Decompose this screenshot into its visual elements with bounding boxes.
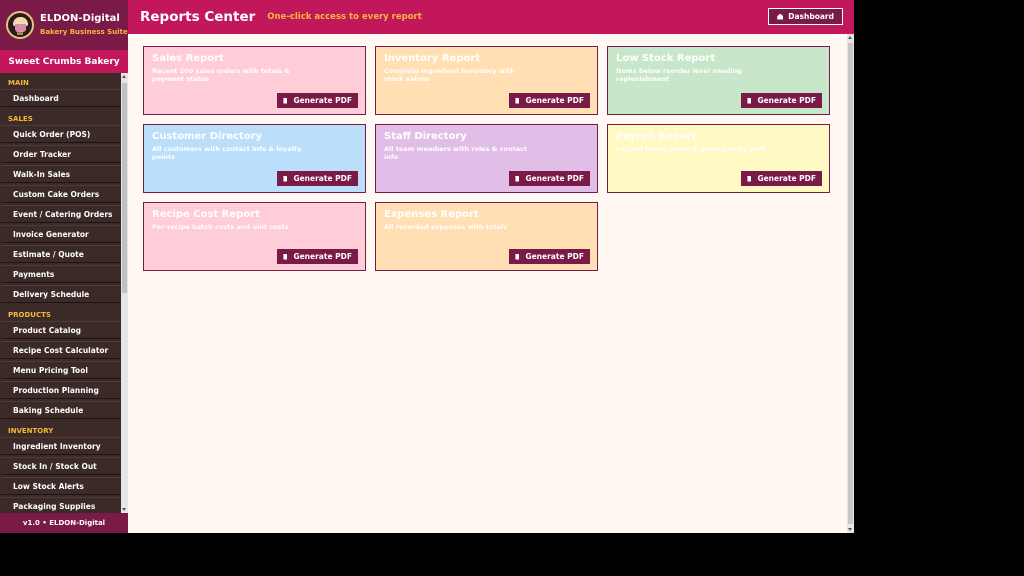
report-card-description: Per-recipe batch costs and unit costs	[152, 223, 289, 231]
report-card-expenses-report: Expenses Report All recorded expenses wi…	[375, 202, 598, 271]
generate-pdf-label: Generate PDF	[757, 174, 816, 183]
sidebar-item-walk-in-sales[interactable]: Walk-In Sales	[1, 165, 121, 183]
scroll-thumb[interactable]	[848, 43, 853, 524]
pdf-icon	[515, 175, 520, 182]
pdf-icon	[283, 97, 288, 104]
report-card-low-stock-report: Low Stock Report Items below reorder lev…	[607, 46, 830, 115]
main-area: Reports Center One-click access to every…	[128, 0, 854, 533]
report-card-title: Sales Report	[152, 53, 224, 64]
sidebar-item-estimate-quote[interactable]: Estimate / Quote	[1, 245, 121, 263]
pdf-icon	[515, 97, 520, 104]
reports-grid: Sales Report Recent 200 sales orders wit…	[143, 46, 830, 271]
generate-pdf-label: Generate PDF	[293, 252, 352, 261]
generate-pdf-button[interactable]: Generate PDF	[509, 249, 590, 264]
sidebar-item-low-stock-alerts[interactable]: Low Stock Alerts	[1, 477, 121, 495]
report-card-title: Payroll Report	[616, 131, 697, 142]
report-card-description: Logged hours, rates & gross pay by staff	[616, 145, 766, 153]
generate-pdf-label: Generate PDF	[757, 96, 816, 105]
sidebar-nav: MAIN Dashboard SALES Quick Order (POS) Order…	[0, 73, 128, 513]
sidebar-item-order-tracker[interactable]: Order Tracker	[1, 145, 121, 163]
generate-pdf-button[interactable]: Generate PDF	[741, 171, 822, 186]
pdf-icon	[283, 175, 288, 182]
report-card-sales-report: Sales Report Recent 200 sales orders wit…	[143, 46, 366, 115]
pdf-icon	[747, 175, 752, 182]
dashboard-button-label: Dashboard	[788, 12, 834, 21]
generate-pdf-label: Generate PDF	[525, 252, 584, 261]
sidebar-item-recipe-cost-calculator[interactable]: Recipe Cost Calculator	[1, 341, 121, 359]
scroll-thumb[interactable]	[122, 83, 127, 293]
sidebar-item-dashboard[interactable]: Dashboard	[1, 89, 121, 107]
report-card-description: Complete ingredient inventory with stock…	[384, 67, 515, 83]
nav-section-label: SALES	[8, 115, 33, 123]
page-title: Reports Center	[140, 9, 256, 25]
logo-text: BB	[16, 31, 24, 36]
report-card-description: All team members with roles & contact in…	[384, 145, 528, 161]
nav-section-label: PRODUCTS	[8, 311, 51, 319]
business-name: Sweet Crumbs Bakery	[0, 50, 128, 73]
sidebar-item-baking-schedule[interactable]: Baking Schedule	[1, 401, 121, 419]
report-card-description: Items below reorder level needing replen…	[616, 67, 743, 83]
generate-pdf-button[interactable]: Generate PDF	[277, 93, 358, 108]
scroll-up-icon[interactable]	[848, 36, 852, 39]
sidebar-item-product-catalog[interactable]: Product Catalog	[1, 321, 121, 339]
pdf-icon	[515, 253, 520, 260]
report-card-staff-directory: Staff Directory All team members with ro…	[375, 124, 598, 193]
sidebar-item-custom-cake-orders[interactable]: Custom Cake Orders	[1, 185, 121, 203]
home-icon	[777, 13, 784, 20]
sidebar-item-ingredient-inventory[interactable]: Ingredient Inventory	[1, 437, 121, 455]
report-card-recipe-cost-report: Recipe Cost Report Per-recipe batch cost…	[143, 202, 366, 271]
page-header: Reports Center One-click access to every…	[128, 0, 854, 34]
sidebar-scrollbar[interactable]	[121, 73, 128, 513]
report-card-title: Recipe Cost Report	[152, 209, 260, 220]
generate-pdf-label: Generate PDF	[525, 96, 584, 105]
sidebar-item-invoice-generator[interactable]: Invoice Generator	[1, 225, 121, 243]
pdf-icon	[747, 97, 752, 104]
generate-pdf-label: Generate PDF	[525, 174, 584, 183]
scroll-up-icon[interactable]	[122, 75, 126, 78]
report-card-title: Staff Directory	[384, 131, 467, 142]
nav-section-label: MAIN	[8, 79, 29, 87]
pdf-icon	[283, 253, 288, 260]
dashboard-button[interactable]: Dashboard	[768, 8, 843, 25]
generate-pdf-label: Generate PDF	[293, 174, 352, 183]
sidebar: BB ELDON-Digital Bakery Business Suite S…	[0, 0, 128, 533]
report-card-title: Inventory Report	[384, 53, 481, 64]
sidebar-item-menu-pricing-tool[interactable]: Menu Pricing Tool	[1, 361, 121, 379]
generate-pdf-button[interactable]: Generate PDF	[509, 171, 590, 186]
sidebar-item-quick-order-pos[interactable]: Quick Order (POS)	[1, 125, 121, 143]
report-card-description: Recent 200 sales orders with totals & pa…	[152, 67, 290, 83]
reports-content: Sales Report Recent 200 sales orders wit…	[128, 34, 854, 533]
report-card-description: All customers with contact info & loyalt…	[152, 145, 302, 161]
report-card-description: All recorded expenses with totals	[384, 223, 507, 231]
sidebar-item-production-planning[interactable]: Production Planning	[1, 381, 121, 399]
scroll-down-icon[interactable]	[848, 528, 852, 531]
report-card-title: Expenses Report	[384, 209, 479, 220]
scroll-down-icon[interactable]	[122, 508, 126, 511]
nav-section-label: INVENTORY	[8, 427, 54, 435]
report-card-title: Low Stock Report	[616, 53, 716, 64]
brand-subtitle: Bakery Business Suite	[40, 28, 128, 36]
generate-pdf-button[interactable]: Generate PDF	[277, 171, 358, 186]
generate-pdf-button[interactable]: Generate PDF	[277, 249, 358, 264]
sidebar-item-event-catering-orders[interactable]: Event / Catering Orders	[1, 205, 121, 223]
brand-header: BB ELDON-Digital Bakery Business Suite	[0, 0, 128, 50]
brand-title: ELDON-Digital	[40, 13, 120, 24]
sidebar-footer: v1.0 • ELDON-Digital	[0, 513, 128, 533]
sidebar-item-packaging-supplies[interactable]: Packaging Supplies	[1, 497, 121, 513]
content-scrollbar[interactable]	[847, 34, 854, 533]
generate-pdf-label: Generate PDF	[293, 96, 352, 105]
report-card-payroll-report: Payroll Report Logged hours, rates & gro…	[607, 124, 830, 193]
cupcake-logo-icon: BB	[6, 11, 34, 39]
app-window: BB ELDON-Digital Bakery Business Suite S…	[0, 0, 854, 533]
sidebar-item-stock-in-stock-out[interactable]: Stock In / Stock Out	[1, 457, 121, 475]
sidebar-item-payments[interactable]: Payments	[1, 265, 121, 283]
report-card-title: Customer Directory	[152, 131, 263, 142]
page-subtitle: One-click access to every report	[267, 12, 422, 22]
sidebar-item-delivery-schedule[interactable]: Delivery Schedule	[1, 285, 121, 303]
report-card-customer-directory: Customer Directory All customers with co…	[143, 124, 366, 193]
generate-pdf-button[interactable]: Generate PDF	[741, 93, 822, 108]
report-card-inventory-report: Inventory Report Complete ingredient inv…	[375, 46, 598, 115]
generate-pdf-button[interactable]: Generate PDF	[509, 93, 590, 108]
